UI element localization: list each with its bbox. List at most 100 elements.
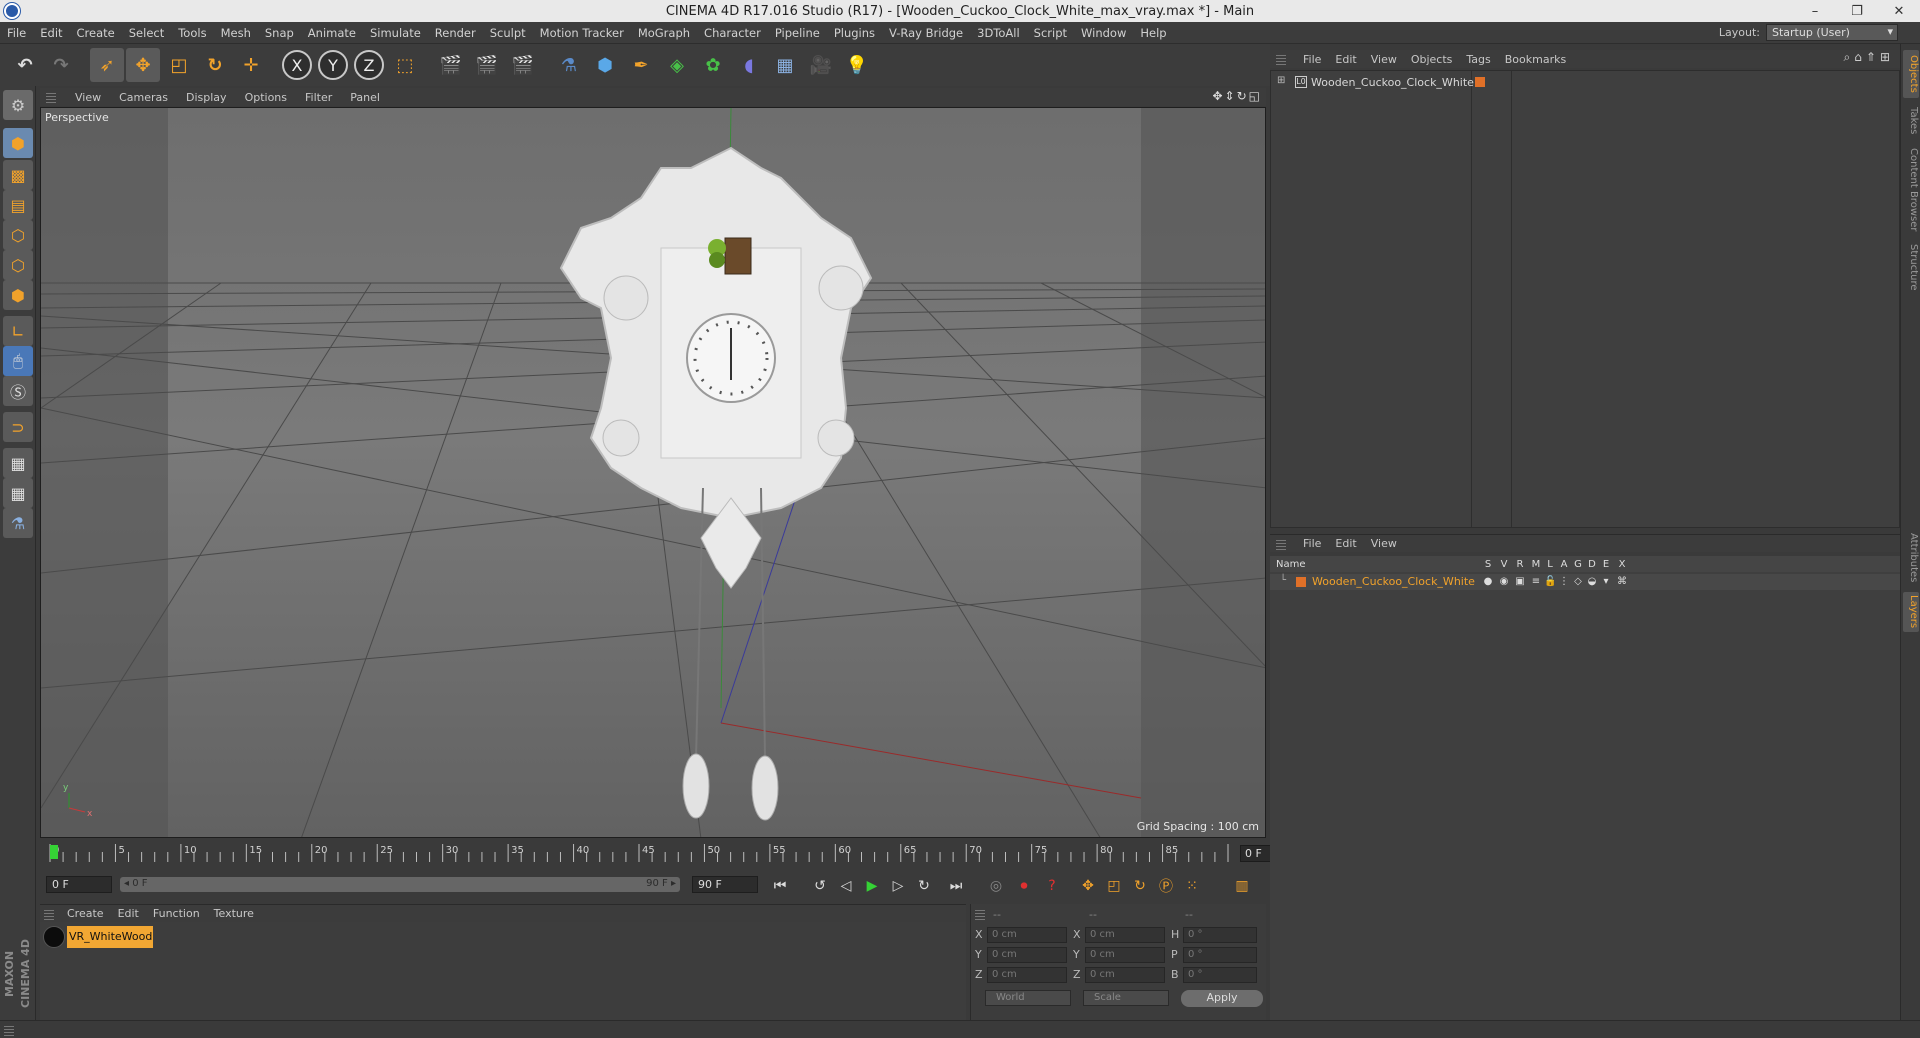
key-point-level-icon[interactable]: ⁙: [1180, 875, 1204, 897]
perspective-viewport[interactable]: y x Perspective Grid Spacing : 100 cm: [40, 107, 1266, 838]
menu-window[interactable]: Window: [1074, 26, 1133, 40]
planar-workplane-icon[interactable]: ▦: [3, 478, 33, 508]
tab-structure[interactable]: Structure: [1903, 242, 1919, 292]
visible-toggle-icon[interactable]: ◉: [1498, 576, 1510, 588]
end-frame-field[interactable]: 90 F: [692, 876, 758, 893]
step-forward-icon[interactable]: ▷: [886, 875, 910, 897]
manager-toggle-icon[interactable]: ≡: [1530, 576, 1542, 588]
material-menu-create[interactable]: Create: [60, 907, 111, 920]
model-mode-icon[interactable]: ⬢: [3, 128, 33, 158]
live-select-icon[interactable]: ➶: [90, 48, 124, 82]
menu-file[interactable]: File: [0, 26, 33, 40]
material-preview-swatch[interactable]: [43, 926, 65, 948]
layout-select[interactable]: Startup (User): [1766, 24, 1898, 41]
go-to-start-icon[interactable]: ⏮: [768, 875, 792, 897]
menu-plugins[interactable]: Plugins: [827, 26, 882, 40]
layer-name[interactable]: Wooden_Cuckoo_Clock_White: [1312, 575, 1475, 588]
x-axis-lock-button[interactable]: X: [282, 50, 312, 80]
layer-row[interactable]: └ Wooden_Cuckoo_Clock_White ● ◉ ▣ ≡ 🔓 ⋮ …: [1270, 574, 1900, 590]
edges-mode-icon[interactable]: ⬡: [3, 250, 33, 280]
layer-manager-list[interactable]: └ Wooden_Cuckoo_Clock_White ● ◉ ▣ ≡ 🔓 ⋮ …: [1270, 572, 1900, 1020]
material-manager-area[interactable]: VR_WhiteWood: [40, 922, 966, 1020]
timeline-ruler[interactable]: 051015202530354045505560657075808590 0 F: [40, 842, 1304, 864]
array-icon[interactable]: ✿: [696, 48, 730, 82]
objects-menu-edit[interactable]: Edit: [1328, 53, 1363, 66]
panel-grip[interactable]: [44, 908, 54, 920]
menu-3dtoall[interactable]: 3DToAll: [970, 26, 1027, 40]
object-name[interactable]: Wooden_Cuckoo_Clock_White: [1311, 76, 1474, 89]
viewport-menu-cameras[interactable]: Cameras: [110, 91, 177, 104]
size-y-field[interactable]: 0 cm: [1085, 946, 1165, 963]
layers-menu-edit[interactable]: Edit: [1328, 537, 1363, 550]
coordinate-mode-select[interactable]: World: [985, 990, 1071, 1006]
tab-content-browser[interactable]: Content Browser: [1903, 144, 1919, 236]
bend-deformer-icon[interactable]: ◖: [732, 48, 766, 82]
menu-simulate[interactable]: Simulate: [363, 26, 428, 40]
render-picture-viewer-icon[interactable]: 🎬: [470, 48, 504, 82]
key-rotation-icon[interactable]: ↻: [1128, 875, 1152, 897]
menu-select[interactable]: Select: [122, 26, 171, 40]
render-view-icon[interactable]: 🎬: [434, 48, 468, 82]
go-to-next-key-icon[interactable]: ↻: [912, 875, 936, 897]
transform-mode-select[interactable]: Scale: [1083, 990, 1169, 1006]
viewport-nav-icons[interactable]: ✥⇕↻◱: [1212, 89, 1262, 103]
menu-vray-bridge[interactable]: V-Ray Bridge: [882, 26, 970, 40]
pen-spline-icon[interactable]: ✒: [624, 48, 658, 82]
lock-toggle-icon[interactable]: 🔓: [1544, 576, 1556, 588]
objects-menu-view[interactable]: View: [1364, 53, 1404, 66]
menu-animate[interactable]: Animate: [301, 26, 363, 40]
tab-attributes[interactable]: Attributes: [1903, 530, 1919, 586]
tab-objects[interactable]: Objects: [1903, 50, 1919, 98]
light-icon[interactable]: 💡: [840, 48, 874, 82]
objects-menu-tags[interactable]: Tags: [1459, 53, 1497, 66]
start-frame-field[interactable]: 0 F: [46, 876, 112, 893]
material-menu-function[interactable]: Function: [146, 907, 207, 920]
go-to-end-icon[interactable]: ⏭: [944, 875, 968, 897]
viewport-menu-view[interactable]: View: [66, 91, 110, 104]
recent-tool-icon[interactable]: ✛: [234, 48, 268, 82]
playhead[interactable]: [50, 845, 58, 859]
panel-grip[interactable]: [975, 908, 985, 920]
cube-icon[interactable]: ⬢: [588, 48, 622, 82]
object-row[interactable]: ⊞ L0 Wooden_Cuckoo_Clock_White: [1271, 73, 1899, 91]
texture-mode-icon[interactable]: ▩: [3, 160, 33, 190]
position-x-field[interactable]: 0 cm: [987, 926, 1067, 943]
menu-render[interactable]: Render: [428, 26, 483, 40]
key-parameter-icon[interactable]: Ⓟ: [1154, 875, 1178, 897]
coordinate-system-icon[interactable]: ⬚: [388, 48, 422, 82]
camera-icon[interactable]: 🎥: [804, 48, 838, 82]
layers-menu-view[interactable]: View: [1364, 537, 1404, 550]
objects-menu-file[interactable]: File: [1296, 53, 1328, 66]
material-menu-texture[interactable]: Texture: [207, 907, 261, 920]
rotate-icon[interactable]: ↻: [198, 48, 232, 82]
apply-button[interactable]: Apply: [1181, 990, 1263, 1007]
tab-takes[interactable]: Takes: [1903, 104, 1919, 138]
viewport-menu-options[interactable]: Options: [236, 91, 296, 104]
polygons-mode-icon[interactable]: ⬢: [3, 280, 33, 310]
tab-layers[interactable]: Layers: [1903, 592, 1919, 632]
deformer-toggle-icon[interactable]: ◒: [1586, 576, 1598, 588]
object-manager-search-icons[interactable]: ⌕⌂⇑⊞: [1844, 50, 1894, 65]
menu-tools[interactable]: Tools: [171, 26, 213, 40]
step-back-icon[interactable]: ◁: [834, 875, 858, 897]
xref-toggle-icon[interactable]: ⌘: [1616, 576, 1628, 588]
expression-toggle-icon[interactable]: ▾: [1600, 576, 1612, 588]
key-position-icon[interactable]: ✥: [1076, 875, 1100, 897]
material-menu-edit[interactable]: Edit: [111, 907, 146, 920]
material-name-label[interactable]: VR_WhiteWood: [67, 926, 153, 948]
points-mode-icon[interactable]: ⬡: [3, 220, 33, 250]
menu-edit[interactable]: Edit: [33, 26, 69, 40]
solo-toggle-icon[interactable]: ●: [1482, 576, 1494, 588]
move-icon[interactable]: ✥: [126, 48, 160, 82]
objects-menu-bookmarks[interactable]: Bookmarks: [1498, 53, 1573, 66]
enable-axis-icon[interactable]: ∟: [3, 316, 33, 346]
z-axis-lock-button[interactable]: Z: [354, 50, 384, 80]
menu-mograph[interactable]: MoGraph: [631, 26, 697, 40]
workplane-mode-icon[interactable]: ▤: [3, 190, 33, 220]
panel-grip[interactable]: [46, 91, 56, 103]
panel-grip[interactable]: [1276, 538, 1286, 550]
edit-render-settings-icon[interactable]: 🎬: [506, 48, 540, 82]
record-keyframe-icon[interactable]: ⏺: [1012, 875, 1036, 897]
python-icon[interactable]: ⚗: [552, 48, 586, 82]
size-z-field[interactable]: 0 cm: [1085, 966, 1165, 983]
